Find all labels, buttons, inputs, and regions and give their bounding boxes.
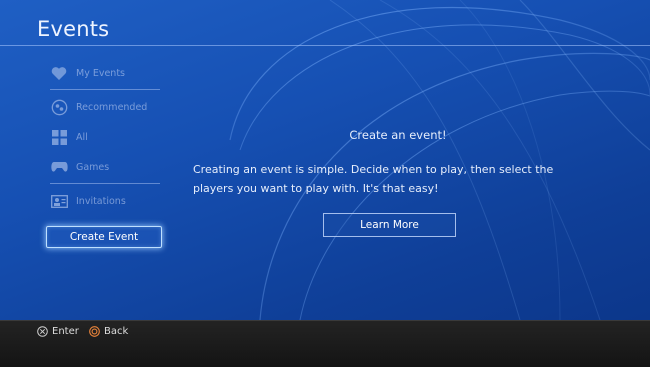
- menu-divider: [50, 183, 160, 184]
- create-event-button[interactable]: Create Event: [46, 226, 162, 248]
- sidebar-item-my-events[interactable]: My Events: [50, 58, 160, 88]
- sidebar-item-label: Recommended: [76, 101, 148, 113]
- sidebar-item-label: Games: [76, 161, 110, 173]
- sidebar-item-label: My Events: [76, 67, 126, 79]
- sidebar-item-all[interactable]: All: [50, 122, 160, 152]
- back-label: Back: [104, 325, 129, 337]
- controller-icon: [50, 158, 68, 176]
- sidebar-item-label: All: [76, 131, 88, 143]
- sidebar-item-label: Invitations: [76, 195, 126, 207]
- sidebar-item-recommended[interactable]: Recommended: [50, 92, 160, 122]
- grid-icon: [50, 128, 68, 146]
- enter-hint: Enter: [37, 323, 79, 339]
- menu-divider: [50, 89, 160, 90]
- heart-icon: [50, 64, 68, 82]
- page-title: Events: [37, 17, 110, 41]
- sidebar-menu: My Events Recommended All Games Invitati…: [50, 58, 160, 216]
- circle-button-icon: [89, 325, 100, 337]
- cross-button-icon: [37, 325, 48, 337]
- back-hint: Back: [89, 323, 128, 339]
- footer-bar: Enter Back: [0, 320, 650, 367]
- header-divider: [0, 45, 650, 46]
- main-content: Create an event! Creating an event is si…: [193, 128, 603, 198]
- invitation-icon: [50, 192, 68, 210]
- content-description: Creating an event is simple. Decide when…: [193, 163, 554, 195]
- learn-more-button[interactable]: Learn More: [323, 213, 456, 237]
- enter-label: Enter: [52, 325, 79, 337]
- sidebar-item-games[interactable]: Games: [50, 152, 160, 182]
- sidebar-item-invitations[interactable]: Invitations: [50, 186, 160, 216]
- content-heading: Create an event!: [349, 128, 447, 142]
- recommended-icon: [50, 98, 68, 116]
